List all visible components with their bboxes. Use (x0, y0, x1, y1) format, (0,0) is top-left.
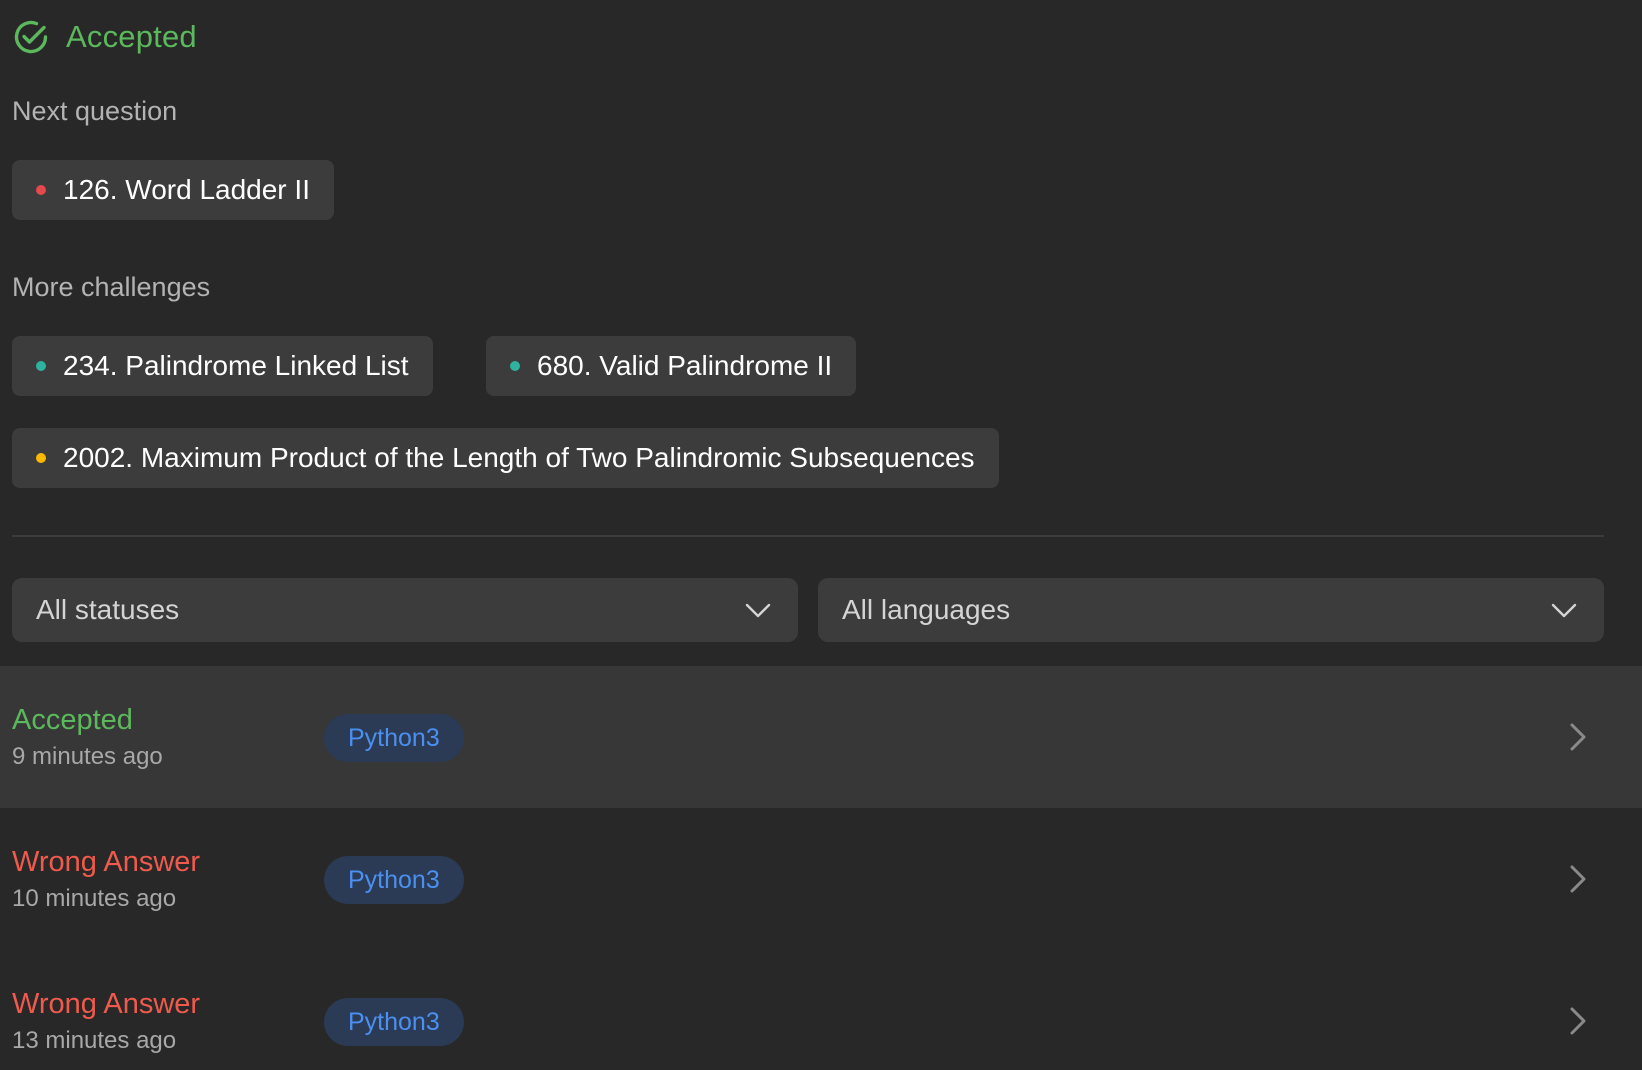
result-header: Accepted (12, 17, 197, 57)
result-title: Accepted (66, 19, 197, 54)
submission-status: Wrong Answer (12, 846, 201, 878)
submission-info: Accepted 9 minutes ago (12, 702, 163, 774)
submission-row[interactable]: Wrong Answer 10 minutes ago Python3 (0, 808, 1642, 950)
difficulty-dot (36, 185, 46, 195)
language-badge: Python3 (324, 714, 464, 762)
chip-title: 2002. Maximum Product of the Length of T… (63, 442, 975, 473)
status-filter-value: All statuses (36, 594, 180, 625)
language-filter-value: All languages (842, 594, 1011, 625)
chevron-right-icon (1570, 1007, 1586, 1035)
language-badge: Python3 (324, 856, 464, 904)
status-filter-select[interactable]: All statuses (12, 578, 798, 642)
submission-time: 10 minutes ago (12, 885, 177, 912)
chevron-right-icon (1570, 723, 1586, 751)
submission-panel: Accepted Next question 126. Word Ladder … (0, 0, 1642, 1070)
chip-title: 680. Valid Palindrome II (537, 350, 833, 381)
next-question-chip[interactable]: 126. Word Ladder II (12, 160, 334, 220)
chip-title: 234. Palindrome Linked List (63, 350, 409, 381)
submission-status: Accepted (12, 704, 133, 736)
chevron-down-icon (745, 603, 771, 618)
difficulty-dot (36, 453, 46, 463)
submission-info: Wrong Answer 10 minutes ago (12, 844, 200, 916)
challenge-chip[interactable]: 234. Palindrome Linked List (12, 336, 433, 396)
next-question-label: Next question (12, 96, 178, 126)
submission-time: 9 minutes ago (12, 743, 163, 770)
submission-info: Wrong Answer 13 minutes ago (12, 986, 200, 1058)
section-divider (12, 535, 1604, 537)
more-challenges-label: More challenges (12, 272, 211, 302)
language-filter-select[interactable]: All languages (818, 578, 1604, 642)
challenge-chip[interactable]: 2002. Maximum Product of the Length of T… (12, 428, 999, 488)
difficulty-dot (510, 361, 520, 371)
chevron-down-icon (1551, 603, 1577, 618)
challenge-chip[interactable]: 680. Valid Palindrome II (486, 336, 857, 396)
difficulty-dot (36, 361, 46, 371)
chevron-right-icon (1570, 865, 1586, 893)
submission-status: Wrong Answer (12, 988, 201, 1020)
submission-row[interactable]: Accepted 9 minutes ago Python3 (0, 666, 1642, 808)
language-badge: Python3 (324, 998, 464, 1046)
check-circle-icon (14, 20, 48, 54)
submission-row[interactable]: Wrong Answer 13 minutes ago Python3 (0, 950, 1642, 1070)
chip-title: 126. Word Ladder II (63, 174, 310, 205)
submission-time: 13 minutes ago (12, 1027, 177, 1054)
